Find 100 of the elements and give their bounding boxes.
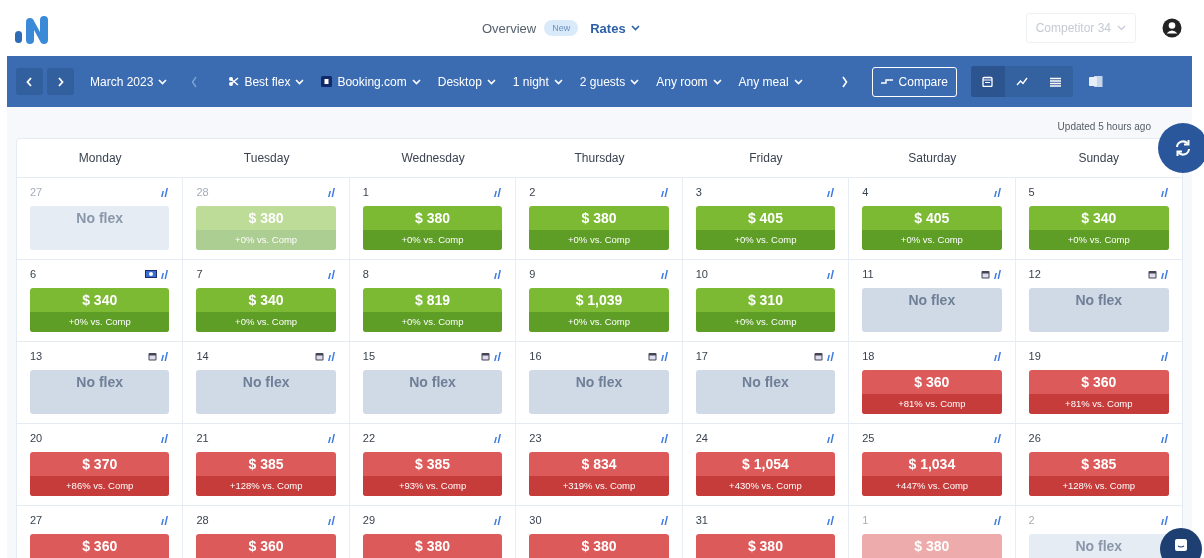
day-number: 9 (529, 268, 536, 280)
rate-box[interactable]: $ 385 +93% vs. Comp (362, 452, 503, 496)
caret-icon (630, 25, 640, 31)
next-button[interactable] (47, 68, 74, 95)
calendar-icon (982, 76, 994, 87)
day-number: 12 (1028, 268, 1041, 280)
day-number: 31 (695, 514, 708, 526)
compare-button[interactable]: Compare (871, 66, 957, 97)
rate-box[interactable]: $ 340 +0% vs. Comp (1028, 206, 1169, 250)
rate-box[interactable]: No flex (862, 288, 1002, 332)
caret-icon (486, 78, 496, 85)
day-number: 8 (362, 268, 369, 280)
rate-box[interactable]: No flex (1028, 288, 1169, 332)
day-number: 25 (862, 432, 875, 444)
nav-tab[interactable]: Overview (482, 20, 537, 36)
chat-button[interactable] (1160, 528, 1202, 558)
bars-icon (659, 514, 669, 526)
weekday-header: Friday (748, 150, 784, 167)
weekday-header: Monday (77, 150, 123, 167)
rate-box[interactable]: $ 360 +81% vs. Comp (1028, 370, 1169, 414)
rate-box[interactable]: No flex (30, 206, 170, 250)
previous-button[interactable] (16, 68, 43, 95)
day-number: 30 (529, 514, 542, 526)
rate-box[interactable]: No flex (30, 370, 170, 414)
user-icon[interactable] (1162, 18, 1182, 38)
rate-box[interactable]: $ 380 (362, 534, 503, 558)
scroll-right-icon[interactable] (840, 75, 848, 88)
rate-box[interactable]: $ 1,034 +447% vs. Comp (862, 452, 1002, 496)
weekday-header: Sunday (1077, 150, 1121, 167)
rate-box[interactable]: $ 360 (196, 534, 336, 558)
rate-box[interactable]: $ 370 +86% vs. Comp (30, 452, 170, 496)
bars-icon (1160, 350, 1169, 362)
bars-icon (992, 350, 1002, 362)
day-number: 4 (862, 186, 869, 198)
nav-tab[interactable]: Rates (590, 20, 640, 36)
chat-icon (1174, 538, 1188, 552)
day-number: 2 (1028, 514, 1035, 526)
rate-box[interactable]: No flex (196, 370, 336, 414)
bars-icon (659, 268, 669, 280)
chevron-right-icon (57, 76, 64, 87)
scissors-icon (228, 76, 240, 87)
bars-icon (992, 186, 1002, 198)
rate-box[interactable]: No flex (362, 370, 503, 414)
filter-dropdown[interactable]: Booking.com (321, 74, 421, 89)
filter-dropdown[interactable]: Any meal (738, 74, 803, 89)
bars-icon (160, 186, 170, 198)
rate-box[interactable]: $ 405 +0% vs. Comp (695, 206, 836, 250)
rate-box[interactable]: $ 380 +0% vs. Comp (529, 206, 669, 250)
day-number: 11 (862, 268, 874, 280)
bars-icon (659, 186, 669, 198)
month-dropdown[interactable]: March 2023 (90, 74, 168, 89)
filter-dropdown[interactable]: Best flex (228, 74, 305, 89)
rate-box[interactable]: $ 380 (529, 534, 669, 558)
bars-icon (659, 350, 669, 362)
chevron-left-icon (26, 76, 33, 87)
rate-box[interactable]: $ 340 +0% vs. Comp (30, 288, 170, 332)
weekday-header: Tuesday (242, 150, 291, 167)
filter-dropdown[interactable]: Desktop (437, 74, 496, 89)
caret-icon (158, 78, 168, 85)
filter-dropdown[interactable]: Any room (656, 74, 722, 89)
day-number: 29 (362, 514, 376, 526)
bars-icon (493, 268, 503, 280)
rate-box[interactable]: $ 819 +0% vs. Comp (362, 288, 503, 332)
weekday-header: Wednesday (400, 150, 466, 167)
day-number: 13 (30, 350, 43, 362)
bars-icon (826, 432, 836, 444)
spreadsheet-export-icon[interactable] (1088, 75, 1103, 88)
day-number: 16 (529, 350, 542, 362)
rate-box[interactable]: $ 834 +319% vs. Comp (529, 452, 669, 496)
rate-box[interactable]: $ 405 +0% vs. Comp (862, 206, 1002, 250)
day-number: 22 (362, 432, 376, 444)
caret-icon (295, 78, 305, 85)
day-number: 15 (362, 350, 376, 362)
bars-icon (826, 268, 836, 280)
caret-icon (712, 78, 722, 85)
rate-box[interactable]: $ 385 +128% vs. Comp (1028, 452, 1169, 496)
bars-icon (992, 268, 1002, 280)
calendar-view-button[interactable] (970, 66, 1005, 97)
day-number: 7 (196, 268, 203, 280)
rate-box[interactable]: $ 360 (30, 534, 170, 558)
rate-box[interactable]: No flex (529, 370, 669, 414)
filter-dropdown[interactable]: 2 guests (579, 74, 640, 89)
rate-box[interactable]: No flex (695, 370, 836, 414)
rate-box[interactable]: $ 340 +0% vs. Comp (196, 288, 336, 332)
rate-box[interactable]: $ 380 (862, 534, 1002, 558)
rate-box[interactable]: $ 380 (695, 534, 836, 558)
bars-icon (326, 350, 336, 362)
rate-box[interactable]: $ 380 +0% vs. Comp (362, 206, 503, 250)
bars-icon (826, 186, 836, 198)
bars-icon (493, 514, 503, 526)
day-number: 3 (695, 186, 702, 198)
rate-box[interactable]: $ 360 +81% vs. Comp (862, 370, 1002, 414)
bars-icon (1160, 268, 1169, 280)
line-chart-icon (1015, 77, 1028, 86)
rate-box[interactable]: $ 1,054 +430% vs. Comp (695, 452, 836, 496)
rate-box[interactable]: $ 1,039 +0% vs. Comp (529, 288, 669, 332)
day-number: 17 (695, 350, 708, 362)
rate-box[interactable]: $ 310 +0% vs. Comp (695, 288, 836, 332)
rate-box[interactable]: $ 385 +128% vs. Comp (196, 452, 336, 496)
filter-dropdown[interactable]: 1 night (512, 74, 563, 89)
